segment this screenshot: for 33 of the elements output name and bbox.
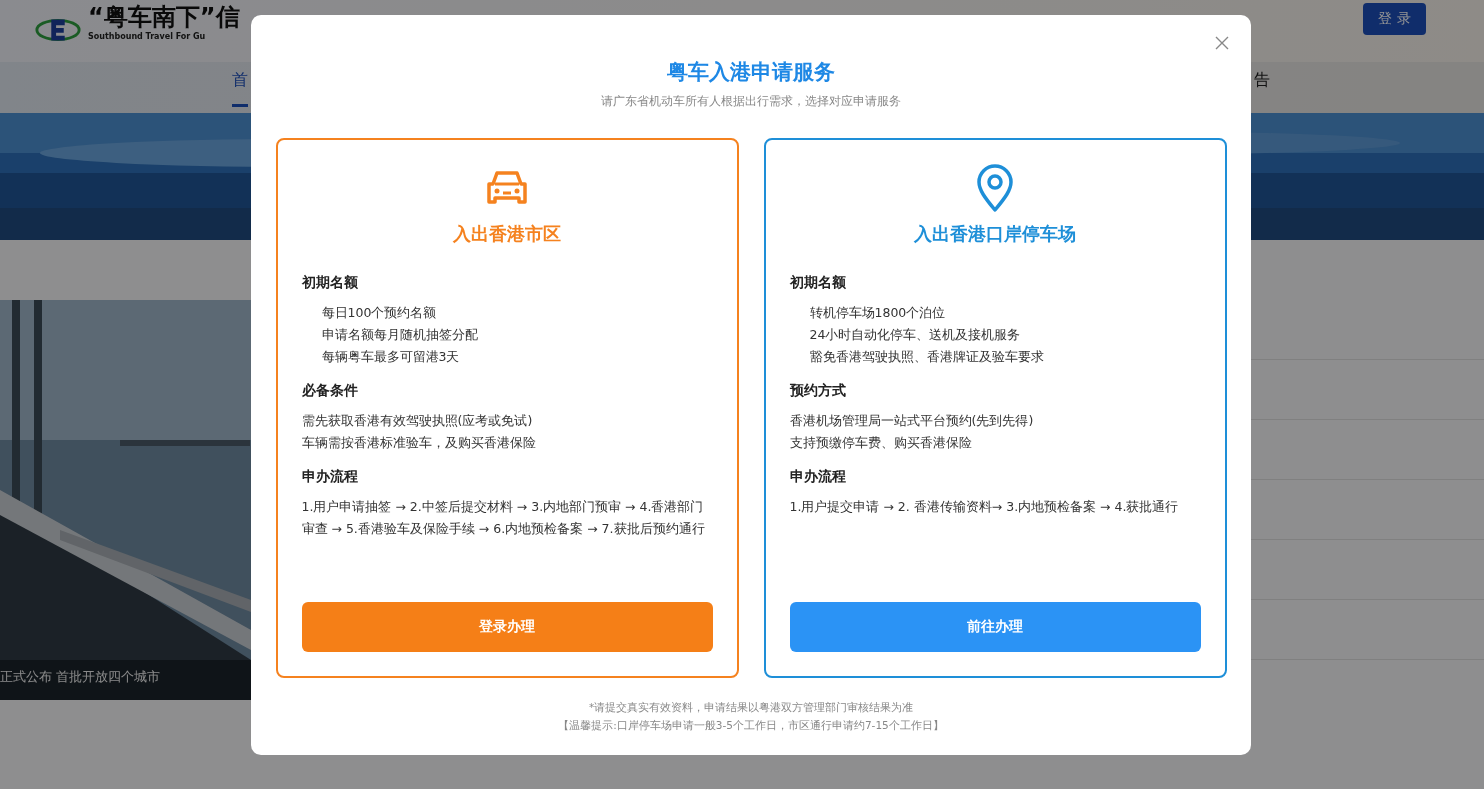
section-heading: 申办流程: [789, 468, 847, 486]
location-pin-icon: [975, 164, 1015, 212]
login-button[interactable]: 登 录: [1363, 3, 1426, 35]
section-text: 需先获取香港有效驾驶执照(应考或免试): [301, 412, 534, 430]
section-heading: 必备条件: [301, 382, 359, 400]
section-text: 申请名额每月随机抽签分配: [320, 326, 479, 344]
card-title: 入出香港口岸停车场: [913, 222, 1077, 246]
section-heading: 初期名额: [789, 274, 847, 292]
section-text: 转机停车场1800个泊位: [808, 304, 947, 322]
card-title: 入出香港市区: [452, 222, 562, 246]
dialog-subtitle: 请广东省机动车所有人根据出行需求，选择对应申请服务: [601, 93, 901, 110]
apply-button[interactable]: 前往办理: [789, 602, 1201, 652]
nav-tab[interactable]: 首: [232, 62, 248, 107]
section-text: 每辆粤车最多可留港3天: [320, 348, 461, 366]
site-title: “粤车南下”信: [88, 2, 240, 32]
section-text: 24小时自动化停车、送机及接机服务: [808, 326, 1022, 344]
section-heading: 申办流程: [301, 468, 359, 486]
section-text: 车辆需按香港标准验车，及购买香港保险: [301, 434, 537, 452]
section-heading: 初期名额: [301, 274, 359, 292]
footnote-text: 【温馨提示:口岸停车场申请一般3-5个工作日，市区通行申请约7-15个工作日】: [558, 718, 944, 733]
footnote-text: *请提交真实有效资料，申请结果以粤港双方管理部门审核结果为准: [587, 700, 915, 715]
apply-button[interactable]: 登录办理: [301, 602, 713, 652]
nav-tab[interactable]: 告: [1254, 62, 1270, 97]
section-text: 香港机场管理局一站式平台预约(先到先得): [789, 412, 1035, 430]
section-heading: 预约方式: [789, 382, 847, 400]
section-text: 1.用户提交申请 → 2. 香港传输资料→ 3.内地预检备案 → 4.获批通行: [789, 498, 1180, 516]
close-icon[interactable]: [1215, 36, 1229, 50]
section-text: 豁免香港驾驶执照、香港牌证及验车要求: [808, 348, 1045, 366]
section-text: 1.用户申请抽签 → 2.中签后提交材料 → 3.内地部门预审 → 4.香港部门审查 → 5.香港验车及保险手续 → 6.内地预检备案 → 7.获批后预约通行: [301, 498, 706, 538]
site-subtitle: Southbound Travel For Gu: [88, 32, 207, 41]
section-text: 每日100个预约名额: [320, 304, 438, 322]
dialog-title: 粤车入港申请服务: [667, 59, 835, 85]
section-text: 支持预缴停车费、购买香港保险: [789, 434, 973, 452]
